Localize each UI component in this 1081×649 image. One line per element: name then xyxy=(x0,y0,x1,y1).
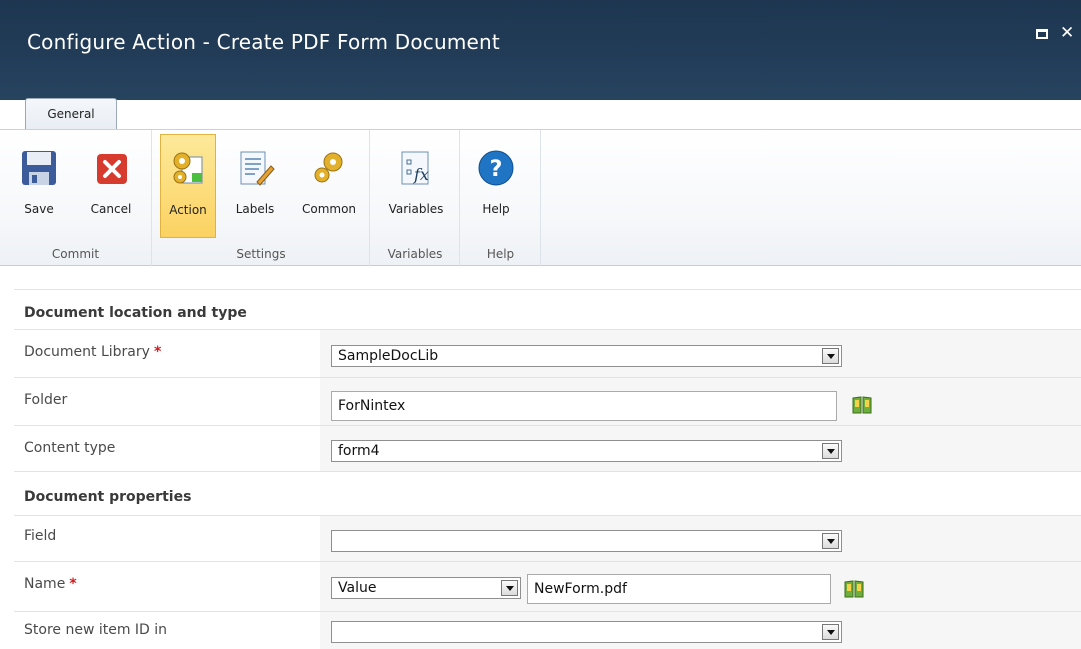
group-label-settings: Settings xyxy=(236,247,286,261)
help-button[interactable]: ? Help xyxy=(473,134,519,238)
close-icon[interactable]: ✕ xyxy=(1060,25,1076,42)
name-label: Name * xyxy=(24,576,77,592)
ribbon-group-settings: Action Labels Common Settings xyxy=(153,130,370,266)
row-content-type: Content type form4 xyxy=(14,425,1081,471)
content-type-label: Content type xyxy=(24,440,116,456)
group-label-commit: Commit xyxy=(51,247,100,261)
save-label: Save xyxy=(24,202,54,216)
svg-text:?: ? xyxy=(490,157,503,182)
store-id-label: Store new item ID in xyxy=(24,622,168,638)
required-marker: * xyxy=(153,344,162,360)
common-gears-icon xyxy=(314,152,343,183)
row-store-item-id: Store new item ID in xyxy=(14,611,1081,649)
action-gears-icon xyxy=(173,152,203,184)
document-library-value: SampleDocLib xyxy=(338,348,439,364)
dialog-title: Configure Action - Create PDF Form Docum… xyxy=(27,30,500,54)
dialog-titlebar: Configure Action - Create PDF Form Docum… xyxy=(0,0,1081,100)
row-field: Field xyxy=(14,515,1081,561)
row-document-library: Document Library * SampleDocLib xyxy=(14,329,1081,377)
labels-button[interactable]: Labels xyxy=(229,134,281,238)
field-cell xyxy=(320,516,1081,561)
cancel-button[interactable]: Cancel xyxy=(84,134,138,238)
common-button[interactable]: Common xyxy=(291,134,367,238)
group-label-help: Help xyxy=(486,247,515,261)
action-button[interactable]: Action xyxy=(160,134,216,238)
variables-label: Variables xyxy=(388,202,444,216)
section-title-location: Document location and type xyxy=(24,305,247,321)
section-properties: Document properties xyxy=(14,471,1081,515)
field-select[interactable] xyxy=(331,530,842,552)
variables-fx-icon: fx xyxy=(401,151,429,185)
document-library-cell: SampleDocLib xyxy=(320,330,1081,377)
ribbon-group-commit: Save Cancel Commit xyxy=(0,130,152,266)
field-label: Field xyxy=(24,528,57,544)
content-type-select[interactable]: form4 xyxy=(331,440,842,462)
folder-label: Folder xyxy=(24,392,68,408)
folder-input[interactable]: ForNintex xyxy=(331,391,837,421)
variables-button[interactable]: fx Variables xyxy=(379,134,453,238)
labels-label: Labels xyxy=(235,202,275,216)
save-icon xyxy=(22,151,56,185)
labels-pencil-icon xyxy=(240,151,275,186)
common-label: Common xyxy=(301,202,357,216)
group-label-variables: Variables xyxy=(387,247,443,261)
ribbon: Save Cancel Commit Action Labels Common … xyxy=(0,129,1081,266)
chevron-down-icon[interactable] xyxy=(822,443,839,459)
help-label: Help xyxy=(482,202,510,216)
chevron-down-icon[interactable] xyxy=(822,533,839,549)
folder-cell: ForNintex xyxy=(320,378,1081,425)
content-type-value: form4 xyxy=(338,443,380,459)
maximize-icon[interactable] xyxy=(1034,26,1050,42)
ribbon-group-variables: fx Variables Variables xyxy=(371,130,460,266)
chevron-down-icon[interactable] xyxy=(822,624,839,640)
tab-general[interactable]: General xyxy=(25,98,117,129)
content-type-cell: form4 xyxy=(320,426,1081,471)
name-source-select[interactable]: Value xyxy=(331,577,521,599)
action-label: Action xyxy=(169,203,207,217)
name-input[interactable]: NewForm.pdf xyxy=(527,574,831,604)
action-form: Document location and type Document Libr… xyxy=(0,266,1081,649)
cancel-label: Cancel xyxy=(90,202,132,216)
section-title-properties: Document properties xyxy=(24,489,192,505)
name-cell: Value NewForm.pdf xyxy=(320,562,1081,611)
help-icon: ? xyxy=(478,150,514,186)
save-button[interactable]: Save xyxy=(18,134,60,238)
row-name: Name * Value NewForm.pdf xyxy=(14,561,1081,611)
svg-text:fx: fx xyxy=(413,165,429,184)
ribbon-group-help: ? Help Help xyxy=(461,130,541,266)
chevron-down-icon[interactable] xyxy=(822,348,839,364)
document-library-select[interactable]: SampleDocLib xyxy=(331,345,842,367)
lookup-book-icon[interactable] xyxy=(843,579,865,599)
section-location: Document location and type xyxy=(14,289,1081,329)
store-id-cell xyxy=(320,612,1081,649)
document-library-label: Document Library * xyxy=(24,344,162,360)
required-marker: * xyxy=(69,576,77,592)
store-id-select[interactable] xyxy=(331,621,842,643)
row-folder: Folder ForNintex xyxy=(14,377,1081,425)
name-source-value: Value xyxy=(338,580,377,596)
cancel-icon xyxy=(97,154,127,184)
chevron-down-icon[interactable] xyxy=(501,580,518,596)
lookup-book-icon[interactable] xyxy=(851,395,873,415)
